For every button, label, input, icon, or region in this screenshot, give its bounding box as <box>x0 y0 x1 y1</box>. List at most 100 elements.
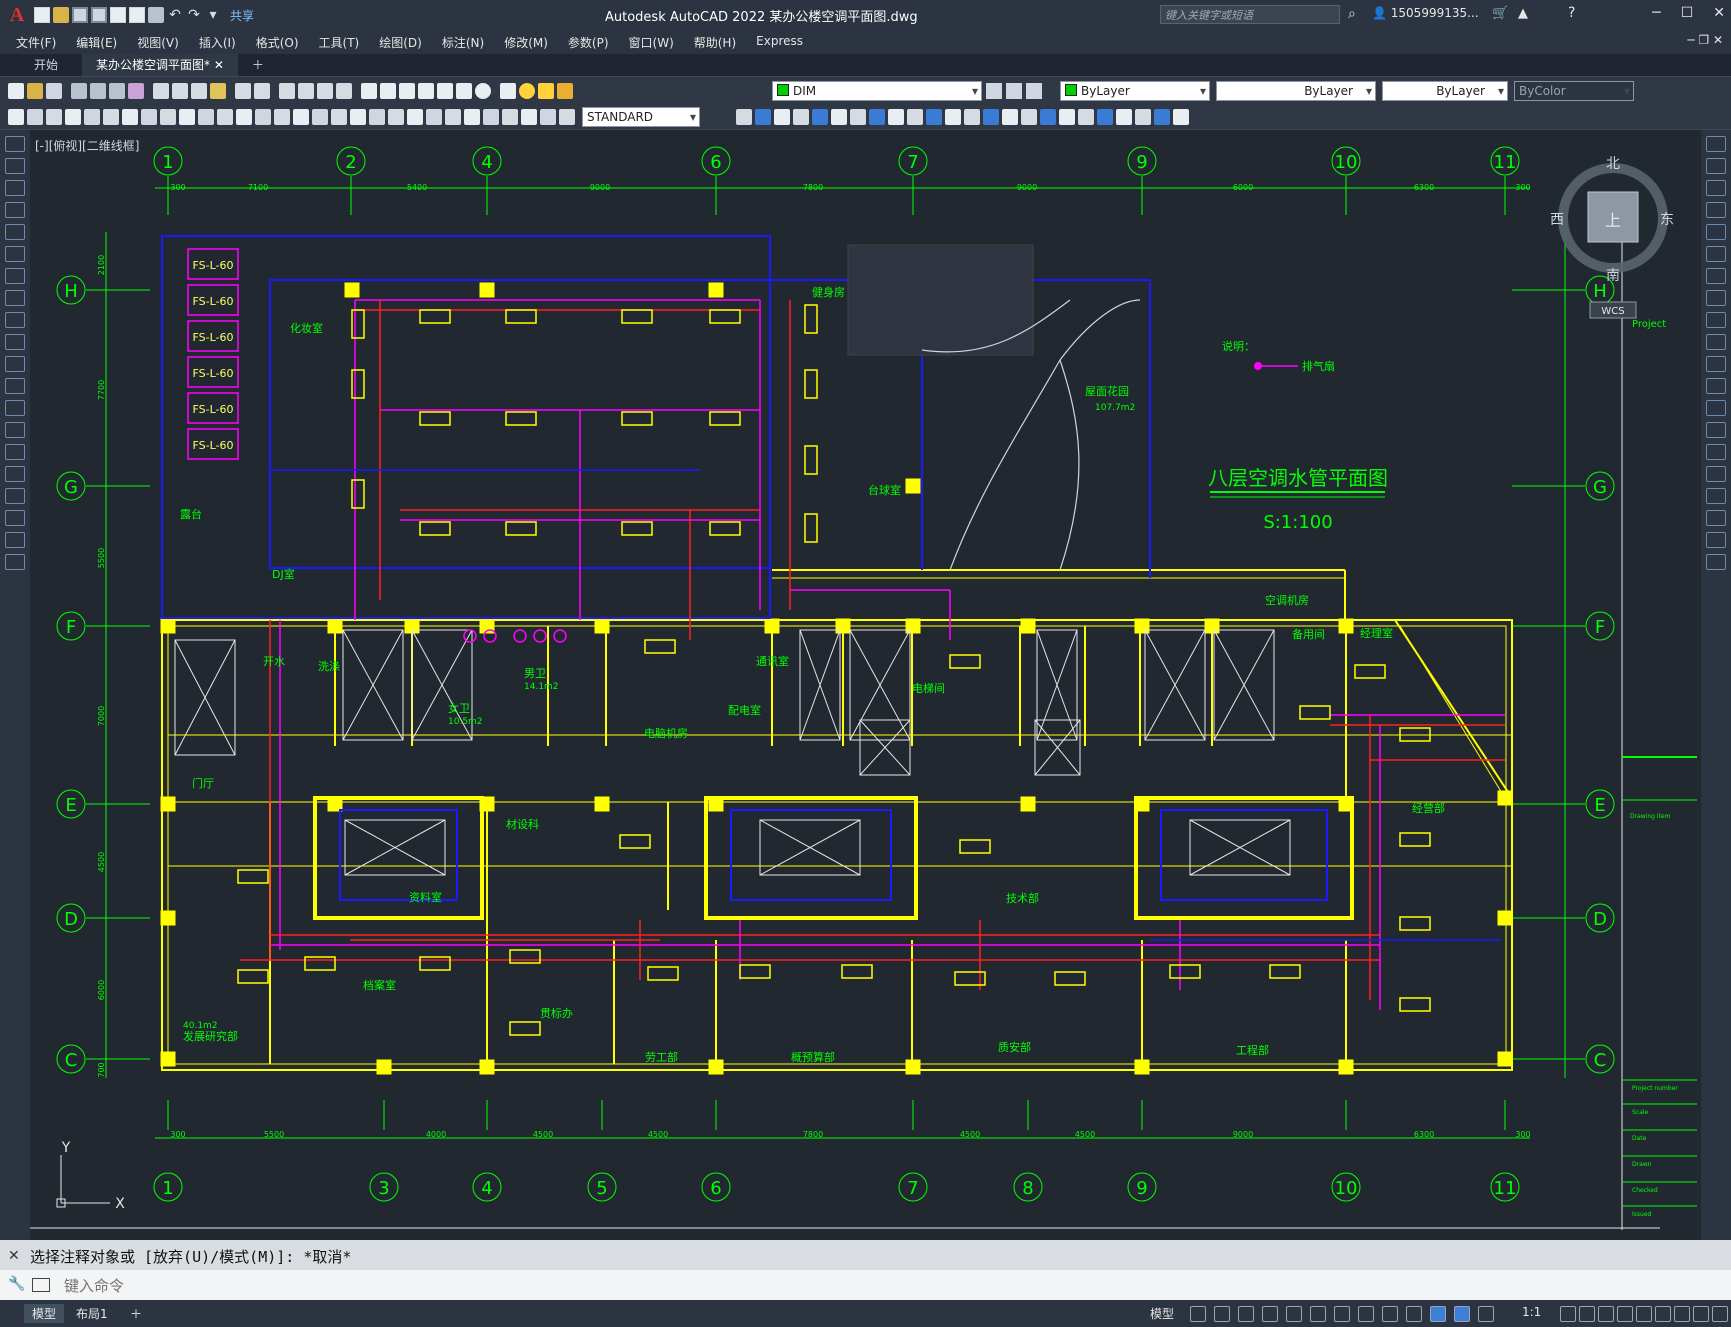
plot-preview-icon[interactable] <box>129 7 145 23</box>
draw-tool-8-icon[interactable] <box>5 312 25 328</box>
status-toggle-12-icon[interactable] <box>1478 1306 1494 1322</box>
dim-tool-10-icon[interactable] <box>198 108 214 125</box>
draw-tool-2-icon[interactable] <box>5 180 25 196</box>
tb-layer-manager-icon[interactable] <box>500 82 516 99</box>
layer-lock-icon[interactable] <box>557 82 573 99</box>
status-toggle-10-icon[interactable] <box>1430 1306 1446 1322</box>
modify-tool-17-icon[interactable] <box>1059 109 1075 125</box>
dim-tool-1-icon[interactable] <box>27 108 43 125</box>
maximize-icon[interactable]: ☐ <box>1681 5 1694 21</box>
edit-tool-3-icon[interactable] <box>1706 202 1726 218</box>
draw-tool-19-icon[interactable] <box>5 554 25 570</box>
autocad-logo[interactable]: A <box>0 0 34 30</box>
command-recent-icon[interactable] <box>32 1278 50 1292</box>
minimize-icon[interactable]: ─ <box>1652 5 1660 21</box>
modify-tool-4-icon[interactable] <box>812 109 828 125</box>
modify-tool-13-icon[interactable] <box>983 109 999 125</box>
tab-drawing[interactable]: 某办公楼空调平面图* ✕ <box>82 54 238 76</box>
dim-tool-0-icon[interactable] <box>8 108 24 125</box>
status-toggle-0-icon[interactable] <box>1190 1306 1206 1322</box>
open-icon[interactable] <box>53 7 69 23</box>
status-toggle-13-icon[interactable] <box>1560 1306 1576 1322</box>
status-toggle-19-icon[interactable] <box>1674 1306 1690 1322</box>
edit-tool-18-icon[interactable] <box>1706 532 1726 548</box>
menu-item-9[interactable]: 参数(P) <box>568 34 621 51</box>
dim-tool-17-icon[interactable] <box>331 108 347 125</box>
menu-item-1[interactable]: 编辑(E) <box>76 34 129 51</box>
linetype-dropdown[interactable]: ByLayer <box>1216 81 1376 101</box>
autodesk-app-icon[interactable]: ▲ <box>1518 6 1528 21</box>
edit-tool-9-icon[interactable] <box>1706 334 1726 350</box>
dim-tool-7-icon[interactable] <box>141 108 157 125</box>
draw-tool-10-icon[interactable] <box>5 356 25 372</box>
modify-tool-16-icon[interactable] <box>1040 109 1056 125</box>
edit-tool-12-icon[interactable] <box>1706 400 1726 416</box>
draw-tool-15-icon[interactable] <box>5 466 25 482</box>
modify-tool-6-icon[interactable] <box>850 109 866 125</box>
dim-tool-2-icon[interactable] <box>46 108 62 125</box>
tb-open-icon[interactable] <box>27 82 43 99</box>
draw-tool-17-icon[interactable] <box>5 510 25 526</box>
tb-calculator-icon[interactable] <box>456 82 472 99</box>
web-mobile-icon[interactable] <box>110 7 126 23</box>
status-toggle-14-icon[interactable] <box>1579 1306 1595 1322</box>
dim-tool-20-icon[interactable] <box>388 108 404 125</box>
dim-tool-19-icon[interactable] <box>369 108 385 125</box>
user-account[interactable]: 👤 1505999135... <box>1372 6 1479 20</box>
menu-item-3[interactable]: 插入(I) <box>199 34 248 51</box>
dim-tool-24-icon[interactable] <box>464 108 480 125</box>
edit-tool-11-icon[interactable] <box>1706 378 1726 394</box>
add-layout-icon[interactable]: ＋ <box>122 1304 150 1323</box>
status-toggle-17-icon[interactable] <box>1636 1306 1652 1322</box>
dim-tool-25-icon[interactable] <box>483 108 499 125</box>
save-as-icon[interactable] <box>91 7 107 23</box>
draw-tool-12-icon[interactable] <box>5 400 25 416</box>
modify-tool-14-icon[interactable] <box>1002 109 1018 125</box>
menu-item-6[interactable]: 绘图(D) <box>379 34 434 51</box>
tb-matchprop-icon[interactable] <box>210 82 226 99</box>
status-toggle-15-icon[interactable] <box>1598 1306 1614 1322</box>
dim-tool-13-icon[interactable] <box>255 108 271 125</box>
help-icon[interactable]: ? <box>1568 5 1575 21</box>
command-settings-icon[interactable]: 🔧 <box>8 1276 25 1292</box>
tb-publish-icon[interactable] <box>109 82 125 99</box>
modify-tool-7-icon[interactable] <box>869 109 885 125</box>
tb-save-icon[interactable] <box>46 82 62 99</box>
edit-tool-17-icon[interactable] <box>1706 510 1726 526</box>
color-dropdown[interactable]: ByLayer <box>1060 81 1210 101</box>
dim-tool-4-icon[interactable] <box>84 108 100 125</box>
draw-tool-0-icon[interactable] <box>5 136 25 152</box>
menu-item-0[interactable]: 文件(F) <box>16 34 68 51</box>
layer-dropdown[interactable]: DIM <box>772 81 982 101</box>
close-icon[interactable]: ✕ <box>1713 5 1725 21</box>
edit-tool-1-icon[interactable] <box>1706 158 1726 174</box>
dim-tool-16-icon[interactable] <box>312 108 328 125</box>
plotstyle-dropdown[interactable]: ByColor <box>1514 81 1634 101</box>
status-toggle-16-icon[interactable] <box>1617 1306 1633 1322</box>
tb-designcenter-icon[interactable] <box>380 82 396 99</box>
tb-zoom-window-icon[interactable] <box>317 82 333 99</box>
modify-tool-0-icon[interactable] <box>736 109 752 125</box>
customize-qa-icon[interactable]: ▾ <box>205 7 221 23</box>
menu-item-8[interactable]: 修改(M) <box>504 34 560 51</box>
modify-tool-12-icon[interactable] <box>964 109 980 125</box>
modify-tool-20-icon[interactable] <box>1116 109 1132 125</box>
layer-states-icon[interactable] <box>1026 83 1042 99</box>
tb-paste-icon[interactable] <box>191 82 207 99</box>
layer-previous-icon[interactable] <box>1006 83 1022 99</box>
modify-tool-9-icon[interactable] <box>907 109 923 125</box>
tb-cut-icon[interactable] <box>153 82 169 99</box>
layer-freeze-icon[interactable] <box>538 82 554 99</box>
save-icon[interactable] <box>72 7 88 23</box>
status-toggle-4-icon[interactable] <box>1286 1306 1302 1322</box>
menu-item-10[interactable]: 窗口(W) <box>629 34 686 51</box>
edit-tool-0-icon[interactable] <box>1706 136 1726 152</box>
dim-tool-9-icon[interactable] <box>179 108 195 125</box>
tab-model-layout[interactable]: 模型 <box>24 1304 65 1323</box>
edit-tool-8-icon[interactable] <box>1706 312 1726 328</box>
menu-item-11[interactable]: 帮助(H) <box>694 34 748 51</box>
dim-tool-14-icon[interactable] <box>274 108 290 125</box>
dim-tool-22-icon[interactable] <box>426 108 442 125</box>
new-tab-icon[interactable]: ＋ <box>238 54 278 76</box>
command-close-icon[interactable]: ✕ <box>8 1248 20 1264</box>
